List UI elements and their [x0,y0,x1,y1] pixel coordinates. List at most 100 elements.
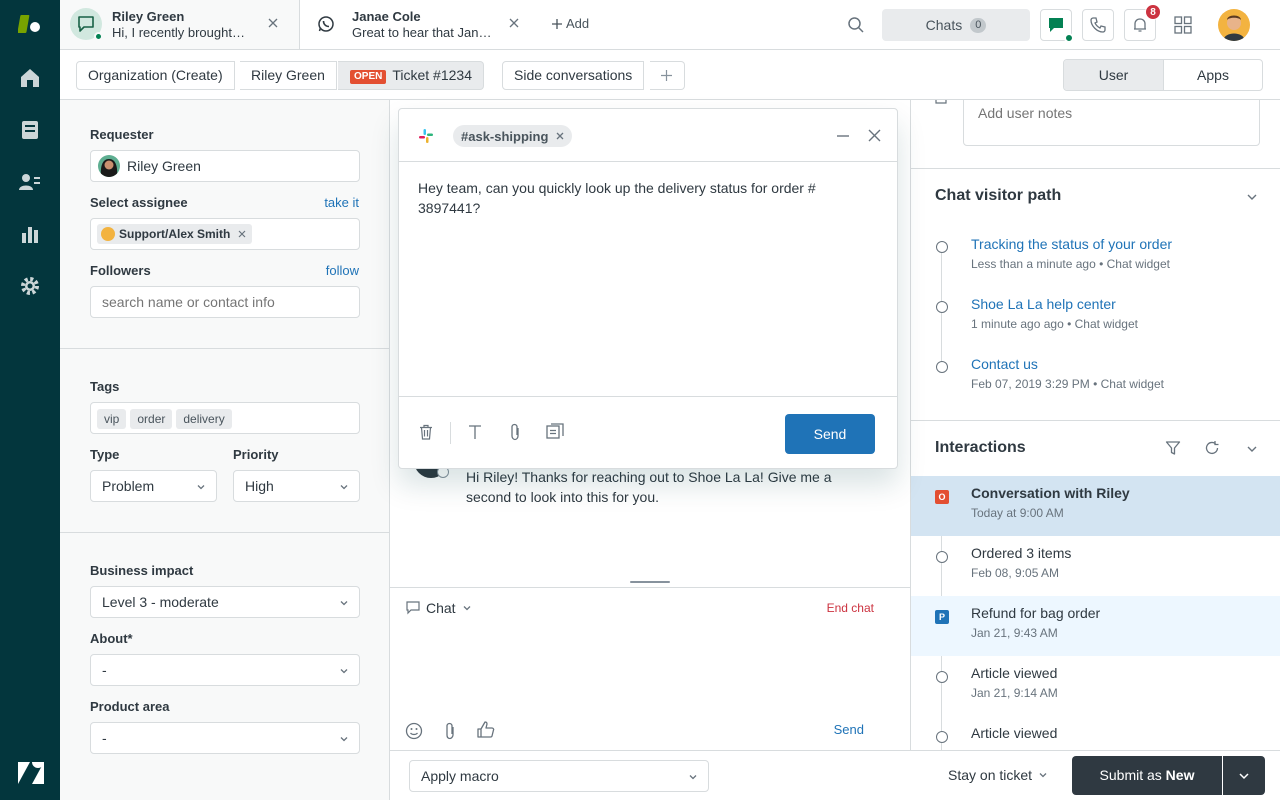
thumbs-up-icon[interactable] [477,721,495,739]
user-avatar[interactable] [1218,9,1250,41]
side-conversations-button[interactable]: Side conversations [502,61,645,90]
interaction-item-selected[interactable]: O Conversation with Riley Today at 9:00 … [911,476,1280,536]
product-area-select[interactable]: - [90,722,360,754]
tag-delivery[interactable]: delivery [176,409,232,429]
side-conversation-modal: #ask-shipping Hey team, can you quickly … [398,108,898,469]
emoji-icon[interactable] [405,722,423,740]
user-notes-input[interactable] [963,100,1260,146]
tab-janae-cole[interactable]: Janae Cole Great to hear that Jan… [300,0,540,49]
copy-conversation-icon[interactable] [546,423,564,441]
assignee-avatar [101,227,115,241]
remove-icon[interactable] [556,132,564,140]
divider [911,168,1280,169]
admin-gear-icon[interactable] [18,274,42,298]
add-tab-button[interactable]: Add [552,16,589,31]
message-body[interactable]: Hey team, can you quickly look up the de… [418,178,858,218]
stay-on-ticket-select[interactable]: Stay on ticket [948,767,1048,783]
path-item-link[interactable]: Tracking the status of your order [971,236,1172,252]
chat-message: Hi Riley! Thanks for reaching out to Sho… [466,469,832,505]
ticket-footer: Apply macro Stay on ticket Submit as New [390,750,1280,800]
search-icon[interactable] [847,16,865,34]
plus-icon [552,18,562,29]
chevron-down-icon [688,772,698,782]
toggle-user[interactable]: User [1064,60,1163,90]
impact-select[interactable]: Level 3 - moderate [90,586,360,618]
zendesk-z-icon[interactable] [18,762,44,786]
chevron-down-icon [339,482,349,492]
assignee-tag: Support/Alex Smith [97,224,253,244]
toggle-apps[interactable]: Apps [1163,60,1262,90]
interaction-item[interactable]: Ordered 3 items Feb 08, 9:05 AM [911,536,1280,596]
follow-link[interactable]: follow [326,263,359,278]
breadcrumb-organization[interactable]: Organization (Create) [76,61,235,90]
composer-divider [390,587,910,588]
close-icon[interactable] [267,17,279,29]
minimize-icon[interactable] [836,129,850,143]
remove-icon[interactable] [238,230,246,238]
timeline-dot [936,301,948,313]
send-button[interactable]: Send [785,414,875,454]
notifications-button[interactable]: 8 [1124,4,1161,41]
customers-icon[interactable] [18,170,42,194]
requester-field[interactable]: Riley Green [90,150,360,182]
assignee-field[interactable]: Support/Alex Smith [90,218,360,250]
views-icon[interactable] [18,118,42,142]
apply-macro-placeholder: Apply macro [421,768,499,784]
recipient-tag[interactable]: #ask-shipping [453,125,573,147]
resize-handle[interactable] [630,581,670,583]
attachment-icon[interactable] [443,722,457,740]
path-item-link[interactable]: Contact us [971,356,1038,372]
path-item-link[interactable]: Shoe La La help center [971,296,1116,312]
attachment-icon[interactable] [509,423,521,441]
end-chat-button[interactable]: End chat [827,601,874,615]
reporting-icon[interactable] [18,222,42,246]
slack-icon [418,128,434,144]
apply-macro-select[interactable]: Apply macro [409,760,709,792]
breadcrumb-requester[interactable]: Riley Green [240,61,337,90]
send-chat-button[interactable]: Send [834,722,864,737]
chevron-down-icon[interactable] [1246,191,1258,203]
interaction-item[interactable]: P Refund for bag order Jan 21, 9:43 AM [911,596,1280,656]
tab-riley-green[interactable]: Riley Green Hi, I recently brought… [60,0,300,49]
followers-label: Followers [90,263,151,278]
path-item-meta: Feb 07, 2019 3:29 PM • Chat widget [971,377,1164,391]
impact-label: Business impact [90,563,194,578]
interaction-time: Feb 08, 9:05 AM [971,566,1060,580]
breadcrumb-ticket[interactable]: OPEN Ticket #1234 [338,61,484,90]
about-select[interactable]: - [90,654,360,686]
talk-button[interactable] [1082,9,1114,41]
chats-button[interactable]: Chats 0 [882,9,1030,41]
interaction-item[interactable]: Article viewed Jan 21, 9:14 AM [911,656,1280,716]
message-icon [1048,17,1064,33]
chat-status-button[interactable] [1040,9,1074,43]
take-it-link[interactable]: take it [324,195,359,210]
pending-status-badge: P [935,610,949,624]
add-side-conversation-button[interactable] [650,61,685,90]
home-icon[interactable] [18,66,42,90]
tag-order[interactable]: order [130,409,173,429]
chevron-down-icon [462,603,472,613]
interaction-time: Jan 21, 9:14 AM [971,686,1058,700]
submit-button[interactable]: Submit as New [1072,756,1222,795]
type-select[interactable]: Problem [90,470,217,502]
close-icon[interactable] [508,17,520,29]
online-indicator [1064,33,1074,43]
refresh-icon[interactable] [1204,440,1220,456]
text-format-icon[interactable] [467,424,483,440]
chevron-down-icon[interactable] [1246,443,1258,455]
trash-icon[interactable] [418,424,434,440]
zendesk-logo-icon[interactable] [18,12,42,36]
product-tray-icon[interactable] [1174,16,1192,34]
composer-input[interactable] [406,628,894,710]
tag-vip[interactable]: vip [97,409,127,429]
followers-input[interactable] [90,286,360,318]
ticket-header-bar: Organization (Create) Riley Green OPEN Ti… [60,50,1280,100]
tags-field[interactable]: vip order delivery [90,402,360,434]
priority-select[interactable]: High [233,470,360,502]
submit-options-button[interactable] [1223,756,1265,795]
filter-icon[interactable] [1165,440,1181,456]
timeline-dot [936,551,948,563]
path-item: Shoe La La help center 1 minute ago ago … [911,288,1280,348]
channel-selector[interactable]: Chat [406,600,472,616]
close-icon[interactable] [867,128,882,143]
